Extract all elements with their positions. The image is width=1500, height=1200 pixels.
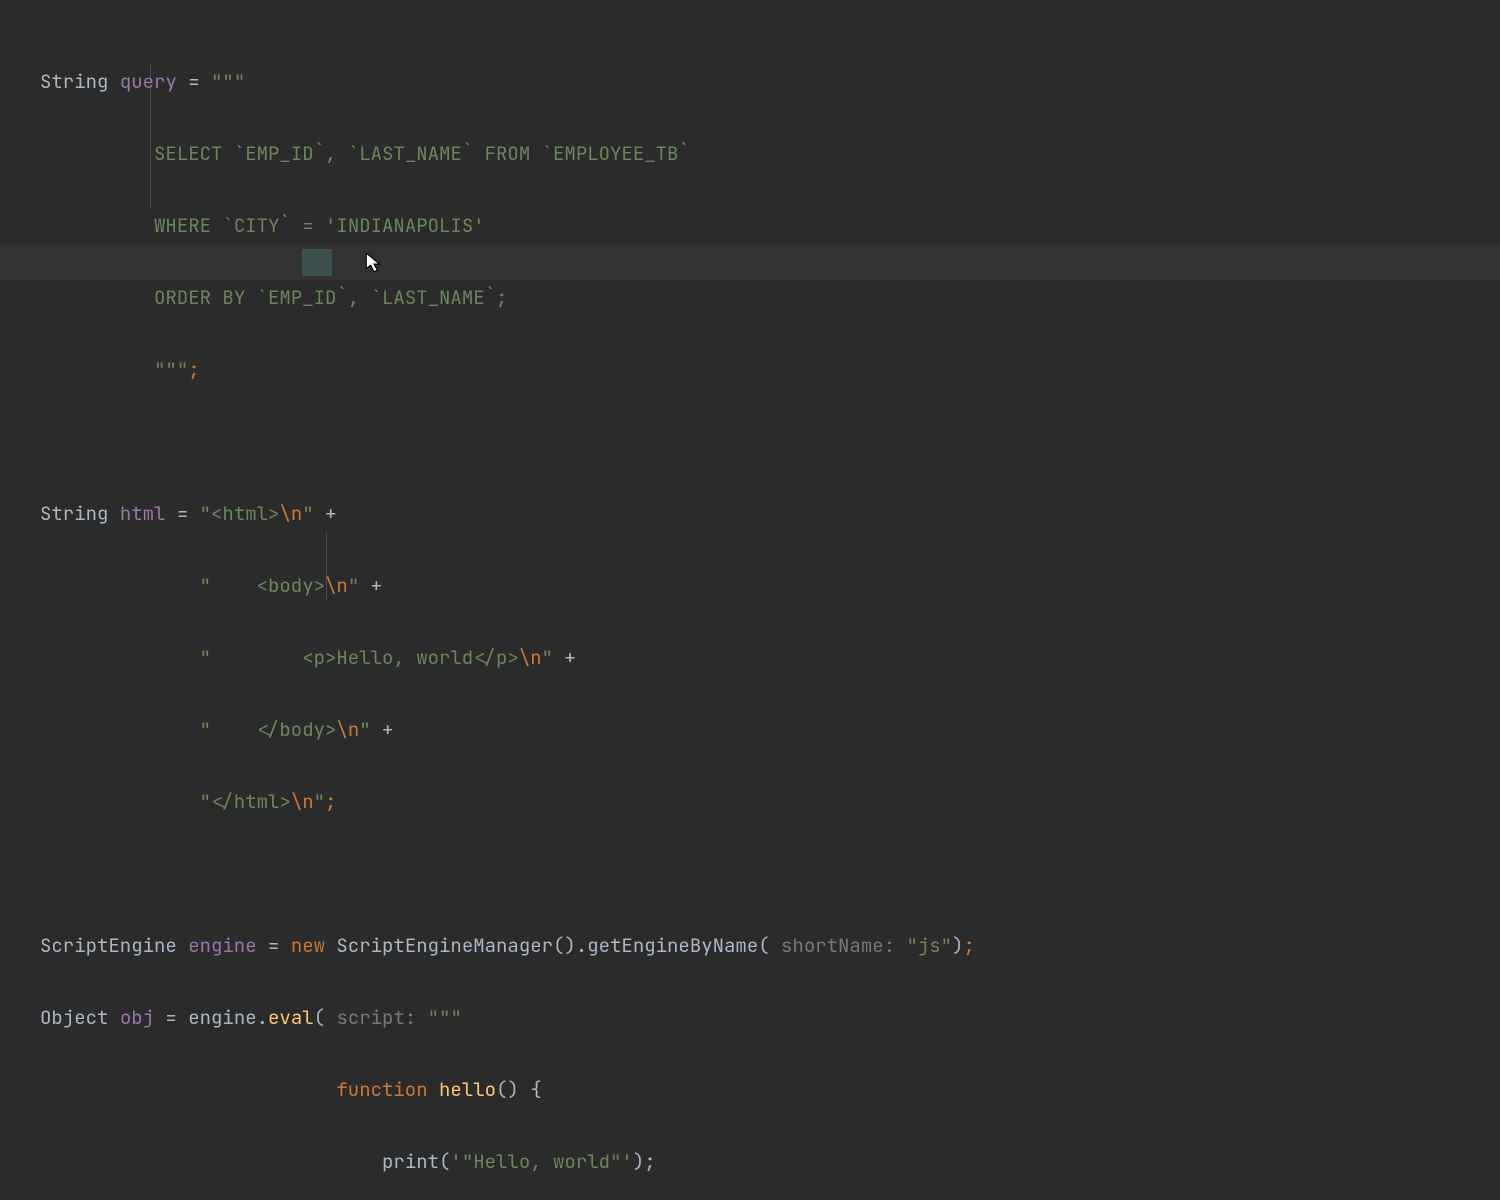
- code-line: " <body>\n" +: [40, 568, 1500, 604]
- code-line: print('"Hello, world"');: [40, 1144, 1500, 1180]
- parameter-hint: shortName:: [770, 933, 907, 958]
- code-line: SELECT `EMP_ID`, `LAST_NAME` FROM `EMPLO…: [40, 136, 1500, 172]
- code-line: String query = """: [40, 64, 1500, 100]
- code-line: " </body>\n" +: [40, 712, 1500, 748]
- code-line: [40, 856, 1500, 892]
- code-line: ScriptEngine engine = new ScriptEngineMa…: [40, 928, 1500, 964]
- code-line: function hello() {: [40, 1072, 1500, 1108]
- code-line: String html = "<html>\n" +: [40, 496, 1500, 532]
- parameter-hint: script:: [325, 1005, 428, 1030]
- code-line: " <p>Hello, world</p>\n" +: [40, 640, 1500, 676]
- code-line: WHERE `CITY` = 'INDIANAPOLIS': [40, 208, 1500, 244]
- code-line: """;: [40, 352, 1500, 388]
- code-editor[interactable]: String query = """ SELECT `EMP_ID`, `LAS…: [0, 0, 1500, 600]
- code-line: [40, 424, 1500, 460]
- code-line: Object obj = engine.eval( script: """: [40, 1000, 1500, 1036]
- code-line: ORDER BY `EMP_ID`, `LAST_NAME`;: [40, 280, 1500, 316]
- code-line: "</html>\n";: [40, 784, 1500, 820]
